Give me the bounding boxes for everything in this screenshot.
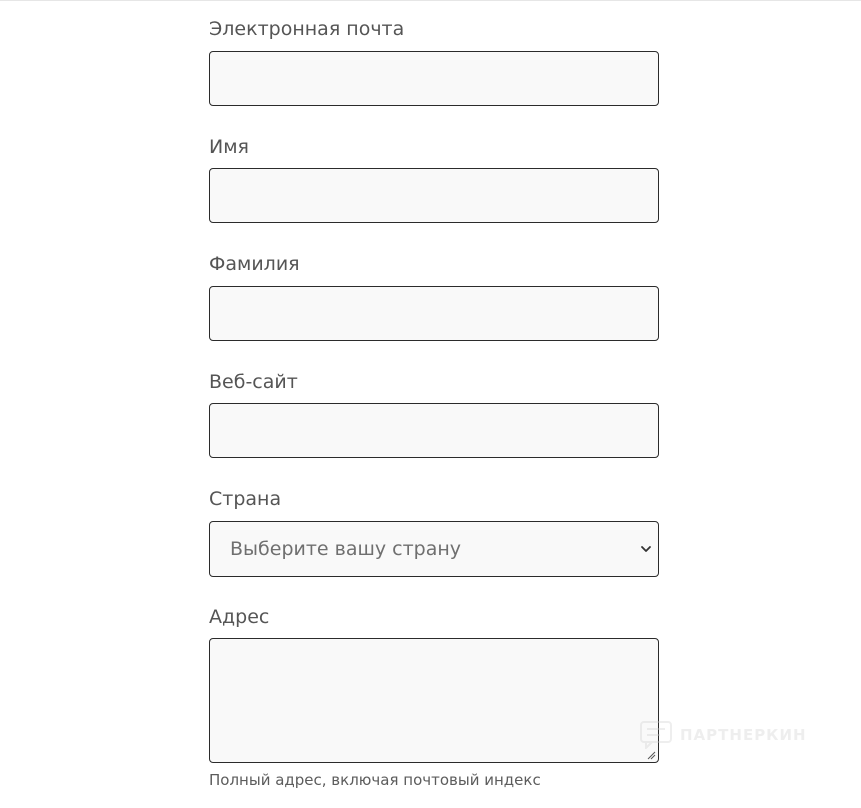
first-name-field[interactable] [209, 168, 659, 223]
country-select[interactable]: Выберите вашу страну [209, 521, 659, 577]
chat-bubble-icon [640, 721, 672, 749]
chevron-down-icon [641, 546, 651, 552]
watermark: ПАРТНЕРКИН [640, 720, 807, 750]
country-select-value: Выберите вашу страну [230, 538, 462, 560]
email-field[interactable] [209, 51, 659, 106]
website-label: Веб-сайт [209, 371, 298, 393]
address-label: Адрес [209, 606, 270, 628]
last-name-label: Фамилия [209, 253, 300, 275]
signup-form-page: Электронная почта Имя Фамилия Веб-сайт С… [0, 0, 861, 808]
top-divider [0, 0, 861, 1]
resize-handle-icon[interactable] [646, 750, 656, 760]
address-textarea[interactable] [209, 638, 659, 763]
country-label: Страна [209, 488, 282, 510]
watermark-text: ПАРТНЕРКИН [680, 726, 807, 744]
website-field[interactable] [209, 403, 659, 458]
first-name-label: Имя [209, 136, 249, 158]
address-help-text: Полный адрес, включая почтовый индекс [209, 771, 541, 789]
email-label: Электронная почта [209, 18, 405, 40]
last-name-field[interactable] [209, 286, 659, 341]
